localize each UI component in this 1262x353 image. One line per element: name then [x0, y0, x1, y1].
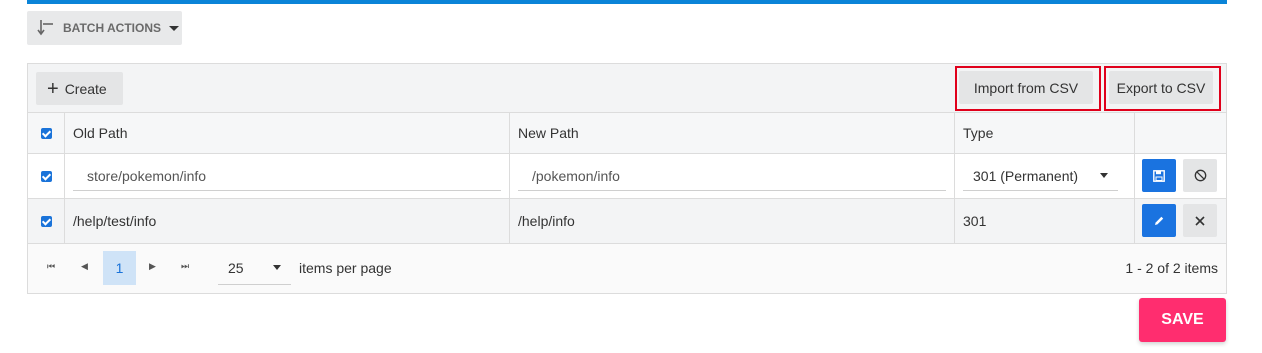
cancel-row-button[interactable]	[1183, 159, 1217, 192]
edit-row-button[interactable]	[1142, 204, 1176, 237]
grid-toolbar: + Create Import from CSV Export to CSV	[28, 64, 1226, 113]
per-page-value: 25	[228, 259, 244, 276]
close-icon	[1195, 215, 1205, 226]
create-button[interactable]: + Create	[36, 72, 123, 105]
old-path-cell: /help/test/info	[73, 213, 157, 229]
pager: ⏮ ◀ 1 ▶ ⏭ 25 items per page 1 - 2 of 2 i…	[28, 244, 1226, 293]
new-path-cell: /help/info	[518, 213, 575, 229]
save-button[interactable]: SAVE	[1139, 298, 1226, 342]
type-cell: 301	[963, 213, 987, 229]
caret-down-icon	[273, 265, 281, 270]
pencil-icon	[1155, 216, 1164, 225]
current-page-label: 1	[115, 260, 124, 276]
per-page-label: items per page	[299, 260, 392, 276]
delete-row-button[interactable]	[1183, 204, 1217, 237]
chevron-down-icon	[169, 25, 179, 31]
first-page-icon[interactable]: ⏮	[47, 261, 55, 272]
import-csv-button[interactable]: Import from CSV	[959, 71, 1093, 104]
save-row-button[interactable]	[1142, 159, 1176, 192]
cancel-circle-icon	[1194, 169, 1206, 182]
prev-page-icon[interactable]: ◀	[81, 261, 88, 272]
old-path-input[interactable]	[73, 161, 501, 191]
batch-actions-label: BATCH ACTIONS	[63, 21, 161, 35]
table-row: /help/test/info /help/info 301	[28, 199, 1226, 244]
type-select[interactable]: 301 (Permanent)	[963, 162, 1118, 191]
pager-info: 1 - 2 of 2 items	[1125, 260, 1218, 276]
new-path-input[interactable]	[518, 161, 946, 191]
import-csv-label: Import from CSV	[973, 79, 1079, 96]
new-path-header[interactable]: New Path	[518, 125, 579, 141]
last-page-icon[interactable]: ⏭	[181, 261, 189, 272]
export-csv-label: Export to CSV	[1116, 79, 1206, 96]
table-row: 301 (Permanent)	[28, 154, 1226, 199]
page-1-button[interactable]: 1	[103, 251, 136, 285]
redirects-grid: + Create Import from CSV Export to CSV O…	[27, 63, 1227, 294]
create-label: Create	[64, 80, 107, 97]
save-label: SAVE	[1161, 311, 1204, 328]
floppy-disk-icon	[1153, 169, 1165, 182]
row-checkbox[interactable]	[40, 170, 52, 182]
select-all-checkbox[interactable]	[40, 127, 52, 139]
plus-icon: +	[47, 77, 59, 100]
type-header[interactable]: Type	[963, 125, 993, 141]
table-header: Old Path New Path Type	[28, 113, 1226, 154]
top-accent-bar	[27, 0, 1227, 4]
batch-arrow-icon	[37, 20, 53, 36]
old-path-header[interactable]: Old Path	[73, 125, 127, 141]
row-checkbox[interactable]	[40, 215, 52, 227]
per-page-select[interactable]: 25	[218, 251, 291, 285]
caret-down-icon	[1100, 173, 1108, 178]
type-select-value: 301 (Permanent)	[973, 167, 1079, 184]
export-csv-button[interactable]: Export to CSV	[1109, 71, 1213, 104]
next-page-icon[interactable]: ▶	[149, 261, 156, 272]
batch-actions-button[interactable]: BATCH ACTIONS	[27, 11, 182, 45]
